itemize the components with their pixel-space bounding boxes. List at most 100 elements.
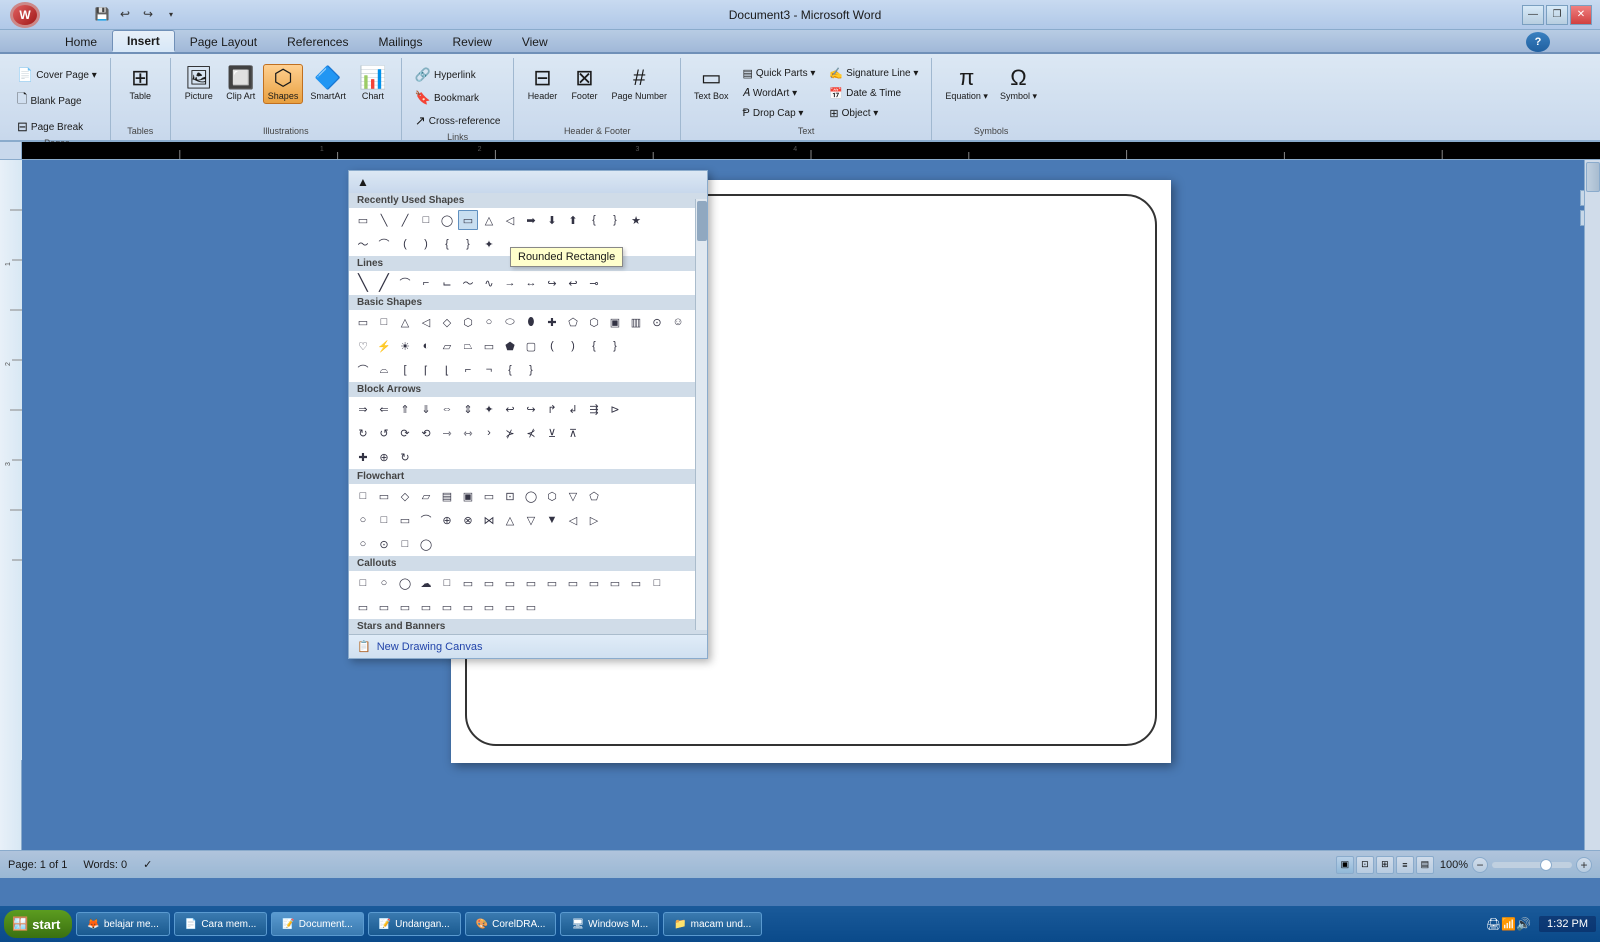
fc-manual[interactable]: ▽ (563, 486, 583, 506)
scrollbar-thumb[interactable] (1586, 162, 1600, 192)
fc-internal[interactable]: ▣ (458, 486, 478, 506)
shape-star2[interactable]: ✦ (479, 234, 499, 254)
bs-cube[interactable]: ⬡ (584, 312, 604, 332)
bs-sun[interactable]: ☀ (395, 336, 415, 356)
tab-review[interactable]: Review (437, 30, 506, 52)
fc-offconn[interactable]: □ (374, 510, 394, 530)
bs-brace-l[interactable]: ( (542, 336, 562, 356)
shapes-scrollbar[interactable] (695, 199, 707, 630)
line-arrow[interactable]: → (500, 273, 520, 293)
ba-narrow[interactable]: › (479, 423, 499, 443)
fc-terminate[interactable]: ◯ (521, 486, 541, 506)
smartart-btn[interactable]: 🔷 SmartArt (305, 64, 351, 104)
ba-down[interactable]: ⇓ (416, 399, 436, 419)
undo-quick-btn[interactable]: ↩ (115, 4, 135, 24)
page-break-btn[interactable]: ⊟ Page Break (12, 116, 102, 138)
shape-cb-r[interactable]: ) (416, 234, 436, 254)
taskbar-app-cara[interactable]: 📄 Cara mem... (174, 912, 267, 936)
shape-line2[interactable]: ╱ (395, 210, 415, 230)
fc-offpage[interactable]: ⬠ (584, 486, 604, 506)
zoom-slider[interactable] (1492, 862, 1572, 868)
ba-block4[interactable]: ⊻ (542, 423, 562, 443)
ba-cross[interactable]: ✚ (353, 447, 373, 467)
shape-line1[interactable]: ╲ (374, 210, 394, 230)
shapes-btn[interactable]: ⬡ Shapes (263, 64, 304, 104)
ba-uturn2[interactable]: ↪ (521, 399, 541, 419)
co-b7[interactable]: ▭ (479, 597, 499, 617)
bs-bracket2[interactable]: ⌈ (416, 360, 436, 380)
redo-quick-btn[interactable]: ↪ (138, 4, 158, 24)
picture-btn[interactable]: 🖼 Picture (179, 64, 219, 104)
line-connector[interactable]: ⊸ (584, 273, 604, 293)
ba-lr[interactable]: ⇔ (437, 399, 457, 419)
ba-spiral-r[interactable]: ⟳ (395, 423, 415, 443)
crossref-btn[interactable]: ↗ Cross-reference (410, 110, 506, 132)
shapes-scroll-thumb[interactable] (697, 201, 707, 241)
bs-angle-l[interactable]: ⌐ (458, 360, 478, 380)
fc-multi-doc[interactable]: ⊡ (500, 486, 520, 506)
shape-doc[interactable]: ▭ (353, 210, 373, 230)
taskbar-app-belajar[interactable]: 🦊 belajar me... (76, 912, 169, 936)
ba-curve-r[interactable]: ↻ (353, 423, 373, 443)
ba-quad[interactable]: ✦ (479, 399, 499, 419)
bs-frame2[interactable]: ⌊ (437, 360, 457, 380)
taskbar-app-windows[interactable]: 🖥 Windows M... (560, 912, 659, 936)
bs-donut[interactable]: ⊙ (647, 312, 667, 332)
minimize-button[interactable]: — (1522, 5, 1544, 25)
bs-plaque[interactable]: ▭ (479, 336, 499, 356)
co-bent[interactable]: ▭ (458, 573, 478, 593)
bs-oct[interactable]: ⬠ (563, 312, 583, 332)
bs-brace-r[interactable]: ) (563, 336, 583, 356)
help-button[interactable]: ? (1526, 32, 1550, 52)
zoom-in-btn[interactable]: + (1576, 857, 1592, 873)
taskbar-app-macam[interactable]: 📁 macam und... (663, 912, 762, 936)
line-diagonal[interactable]: ╱ (374, 273, 394, 293)
line-elbow1[interactable]: ⌐ (416, 273, 436, 293)
fc-display[interactable]: ◯ (416, 534, 436, 554)
ba-wide-r[interactable]: ⇾ (437, 423, 457, 443)
bs-moon[interactable]: ◐ (416, 336, 436, 356)
fc-merge[interactable]: ▼ (542, 510, 562, 530)
co-round[interactable]: ○ (374, 573, 394, 593)
ba-wide-l[interactable]: ⇿ (458, 423, 478, 443)
bs-tri[interactable]: △ (395, 312, 415, 332)
hyperlink-btn[interactable]: 🔗 Hyperlink (410, 64, 506, 86)
fc-connector[interactable]: ○ (353, 510, 373, 530)
tab-references[interactable]: References (272, 30, 363, 52)
co-b6[interactable]: ▭ (458, 597, 478, 617)
print-layout-btn[interactable]: ▣ (1336, 856, 1354, 874)
new-drawing-canvas-btn[interactable]: 📋 New Drawing Canvas (349, 634, 707, 658)
co-cloud[interactable]: ☁ (416, 573, 436, 593)
co-b2[interactable]: ▭ (374, 597, 394, 617)
datetime-btn[interactable]: 📅 Date & Time (824, 84, 923, 103)
office-button[interactable]: W (10, 2, 40, 28)
maximize-button[interactable]: ❐ (1546, 5, 1568, 25)
ba-up[interactable]: ⇑ (395, 399, 415, 419)
ba-rotate[interactable]: ↻ (395, 447, 415, 467)
bs-smile[interactable]: ☺ (668, 312, 688, 332)
bs-frame[interactable]: ▢ (521, 336, 541, 356)
taskbar-app-document[interactable]: 📝 Document... (271, 912, 363, 936)
fc-predef[interactable]: ▤ (437, 486, 457, 506)
co-oval[interactable]: ◯ (395, 573, 415, 593)
object-btn[interactable]: ⊞ Object ▾ (824, 104, 923, 123)
tab-mailings[interactable]: Mailings (363, 30, 437, 52)
fc-alt-proc[interactable]: ▭ (374, 486, 394, 506)
shape-arc[interactable]: ⌒ (374, 234, 394, 254)
pagenumber-btn[interactable]: # Page Number (606, 64, 672, 104)
shape-arrow-d[interactable]: ⬇ (542, 210, 562, 230)
chart-btn[interactable]: 📊 Chart (353, 64, 393, 104)
shape-tri[interactable]: △ (479, 210, 499, 230)
fc-sumjunct[interactable]: ⊕ (437, 510, 457, 530)
ba-callout-r[interactable]: ⊁ (500, 423, 520, 443)
tab-insert[interactable]: Insert (112, 30, 175, 52)
bs-bracket-l[interactable]: [ (395, 360, 415, 380)
fc-delay[interactable]: ▷ (584, 510, 604, 530)
line-curve[interactable]: ⌒ (395, 273, 415, 293)
ba-left[interactable]: ⇐ (374, 399, 394, 419)
co-bent2[interactable]: ▭ (479, 573, 499, 593)
bs-curly-r[interactable]: } (605, 336, 625, 356)
bs-cylinder[interactable]: ▣ (605, 312, 625, 332)
ba-callout-l[interactable]: ⊀ (521, 423, 541, 443)
fc-collate[interactable]: ⋈ (479, 510, 499, 530)
